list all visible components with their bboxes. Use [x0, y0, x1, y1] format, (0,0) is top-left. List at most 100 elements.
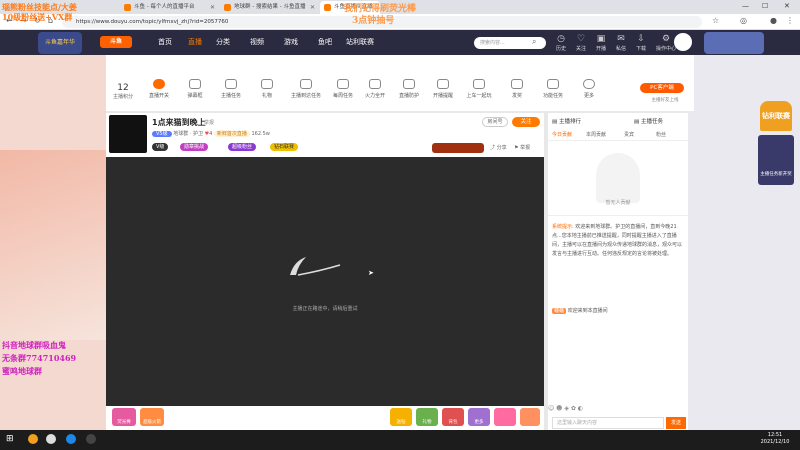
- remind-tool[interactable]: 开播提醒: [428, 79, 458, 99]
- nav-home[interactable]: 首页: [158, 30, 172, 55]
- close-icon[interactable]: ✕: [310, 1, 315, 14]
- follow-button[interactable]: 关注: [512, 117, 540, 127]
- gift-icon: [261, 79, 273, 89]
- event-promo[interactable]: [432, 143, 484, 153]
- tool-label: 火力全开: [364, 93, 385, 99]
- car-icon: [300, 79, 312, 89]
- browser-tab[interactable]: 斗鱼 - 每个人的直播平台 ✕: [120, 1, 218, 14]
- live-switch-tool[interactable]: 直播开关: [144, 79, 174, 99]
- pc-client-button[interactable]: PC客户端: [640, 83, 684, 93]
- tab-fans[interactable]: 粉丝: [656, 131, 666, 138]
- gift-item[interactable]: 超级火箭: [140, 408, 164, 426]
- send-button[interactable]: 发送: [666, 417, 686, 429]
- chat-text: 欢迎来到本直播间: [567, 308, 608, 314]
- app-icon[interactable]: [28, 434, 38, 444]
- level-badge: V5级: [152, 131, 172, 137]
- nav-category[interactable]: 分类: [216, 30, 230, 55]
- user-badge: 蛐蛐: [552, 308, 567, 314]
- follow-icon[interactable]: ♡ 关注: [571, 34, 591, 54]
- chart-icon: [547, 79, 559, 89]
- operation-label: 操作中心: [655, 46, 676, 52]
- message-icon[interactable]: ✉ 私信: [611, 34, 631, 54]
- overlay-text: 3点钟抽号: [352, 16, 395, 26]
- anchor-toolbar: 12 主播积分 直播开关 弹幕框 主播任务 礼物 主播到达任务 每周任务 火力全…: [106, 55, 694, 111]
- broadcast-label: 开播: [595, 46, 606, 52]
- app-icon[interactable]: [46, 434, 56, 444]
- rank-tabs: 今日贡献 本周贡献 贵宾 粉丝: [548, 129, 688, 141]
- chat-message: 蛐蛐 欢迎来到本直播间: [552, 307, 684, 314]
- star-icon[interactable]: ☆: [712, 16, 719, 25]
- event-logo[interactable]: 斗鱼嘉年华: [38, 32, 82, 54]
- task-tool[interactable]: 主播任务: [216, 79, 246, 99]
- nav-video[interactable]: 视频: [250, 30, 264, 55]
- league-badge[interactable]: 钻利联赛: [760, 101, 792, 131]
- nav-fishbar[interactable]: 鱼吧: [318, 30, 332, 55]
- menu-icon[interactable]: ⋮: [786, 16, 794, 25]
- browser-taskbar-icon[interactable]: [66, 434, 76, 444]
- broadcast-icon[interactable]: ▣ 开播: [591, 34, 611, 54]
- taskbar: ⊞ 12:51 2021/12/10: [0, 430, 800, 450]
- clock[interactable]: 12:51 2021/12/10: [752, 432, 798, 446]
- danmaku-tool[interactable]: 弹幕框: [180, 79, 210, 99]
- league-card[interactable]: 主播任务新开奖: [758, 135, 794, 185]
- download-icon[interactable]: ⇩ 下载: [631, 34, 651, 54]
- minimize-icon[interactable]: —: [742, 0, 749, 13]
- tab-today[interactable]: 今日贡献: [552, 131, 572, 138]
- search-icon[interactable]: ⌕: [532, 37, 536, 47]
- gift-item[interactable]: 送钻: [390, 408, 412, 426]
- video-player[interactable]: 主播正在路途中，请稍后重试 ➤: [106, 157, 544, 406]
- tool-label: 弹幕框: [187, 93, 203, 99]
- windows-start-icon[interactable]: ⊞: [6, 434, 14, 444]
- gift-tool[interactable]: 礼物: [252, 79, 282, 99]
- chat-input[interactable]: 这里输入聊天内容: [552, 417, 664, 429]
- streamer-category[interactable]: 地球群 · 护卫: [173, 131, 203, 137]
- weekly-tool[interactable]: 每周任务: [328, 79, 358, 99]
- clock-time: 12:51: [767, 432, 783, 438]
- rank-header[interactable]: ▤ 主播排行: [552, 117, 581, 125]
- tool-label: 直播开关: [148, 93, 169, 99]
- tool-label: 开播提醒: [432, 93, 453, 99]
- report-button[interactable]: ⚑ 举报: [514, 144, 530, 151]
- app-icon[interactable]: [86, 434, 96, 444]
- share-button[interactable]: ⤴ 分享: [490, 144, 507, 151]
- gift-item[interactable]: [520, 408, 540, 426]
- protect-tool[interactable]: 直播防护: [394, 79, 424, 99]
- emoji-icon[interactable]: ☺ ☻ ◈ ✿ ◐: [548, 405, 583, 412]
- history-icon[interactable]: ◷ 历史: [551, 34, 571, 54]
- avatar[interactable]: [674, 33, 692, 51]
- nav-game[interactable]: 游戏: [284, 30, 298, 55]
- gift-item[interactable]: 礼物: [416, 408, 438, 426]
- league-badge-small[interactable]: 钻石联赛: [270, 143, 299, 151]
- profile-icon[interactable]: ●: [770, 16, 777, 25]
- gift-item[interactable]: 更多: [468, 408, 490, 426]
- extension-icon[interactable]: ◎: [740, 16, 747, 25]
- douyu-logo[interactable]: 斗鱼: [100, 36, 132, 48]
- ride-tool[interactable]: 上车一起玩: [464, 79, 494, 99]
- streamer-avatar[interactable]: [109, 115, 147, 153]
- more-tool[interactable]: 更多: [574, 79, 604, 99]
- fire-tool[interactable]: 火力全开: [360, 79, 390, 99]
- calendar-icon: [337, 79, 349, 89]
- tool-label: 功能任务: [542, 93, 563, 99]
- tab-vip[interactable]: 贵宾: [624, 131, 634, 138]
- gift-item[interactable]: 荧光棒: [112, 408, 136, 426]
- prize-tool[interactable]: 发奖: [502, 79, 532, 99]
- arrival-tool[interactable]: 主播到达任务: [288, 79, 324, 99]
- toggle-icon: [153, 79, 165, 89]
- gift-item[interactable]: [494, 408, 516, 426]
- close-window-icon[interactable]: ✕: [784, 0, 790, 13]
- challenge-badge[interactable]: 勋章挑战: [180, 143, 209, 151]
- task-header[interactable]: ▤ 主播任务: [634, 117, 663, 125]
- event-banner[interactable]: [704, 32, 764, 54]
- gift-item[interactable]: 背包: [442, 408, 464, 426]
- function-tool[interactable]: 功能任务: [538, 79, 568, 99]
- report-link[interactable]: 举报: [204, 119, 214, 126]
- nav-live[interactable]: 直播: [188, 30, 202, 55]
- close-icon[interactable]: ✕: [210, 1, 215, 14]
- maximize-icon[interactable]: ☐: [762, 0, 768, 13]
- nav-league[interactable]: 站利联赛: [346, 30, 374, 55]
- super-fan-badge[interactable]: 超级粉丝: [228, 143, 257, 151]
- right-background: 钻利联赛 主播任务新开奖: [688, 55, 800, 430]
- tab-week[interactable]: 本周贡献: [586, 131, 606, 138]
- browser-tab[interactable]: 地球群 - 搜索结果 - 斗鱼直播 ✕: [220, 1, 318, 14]
